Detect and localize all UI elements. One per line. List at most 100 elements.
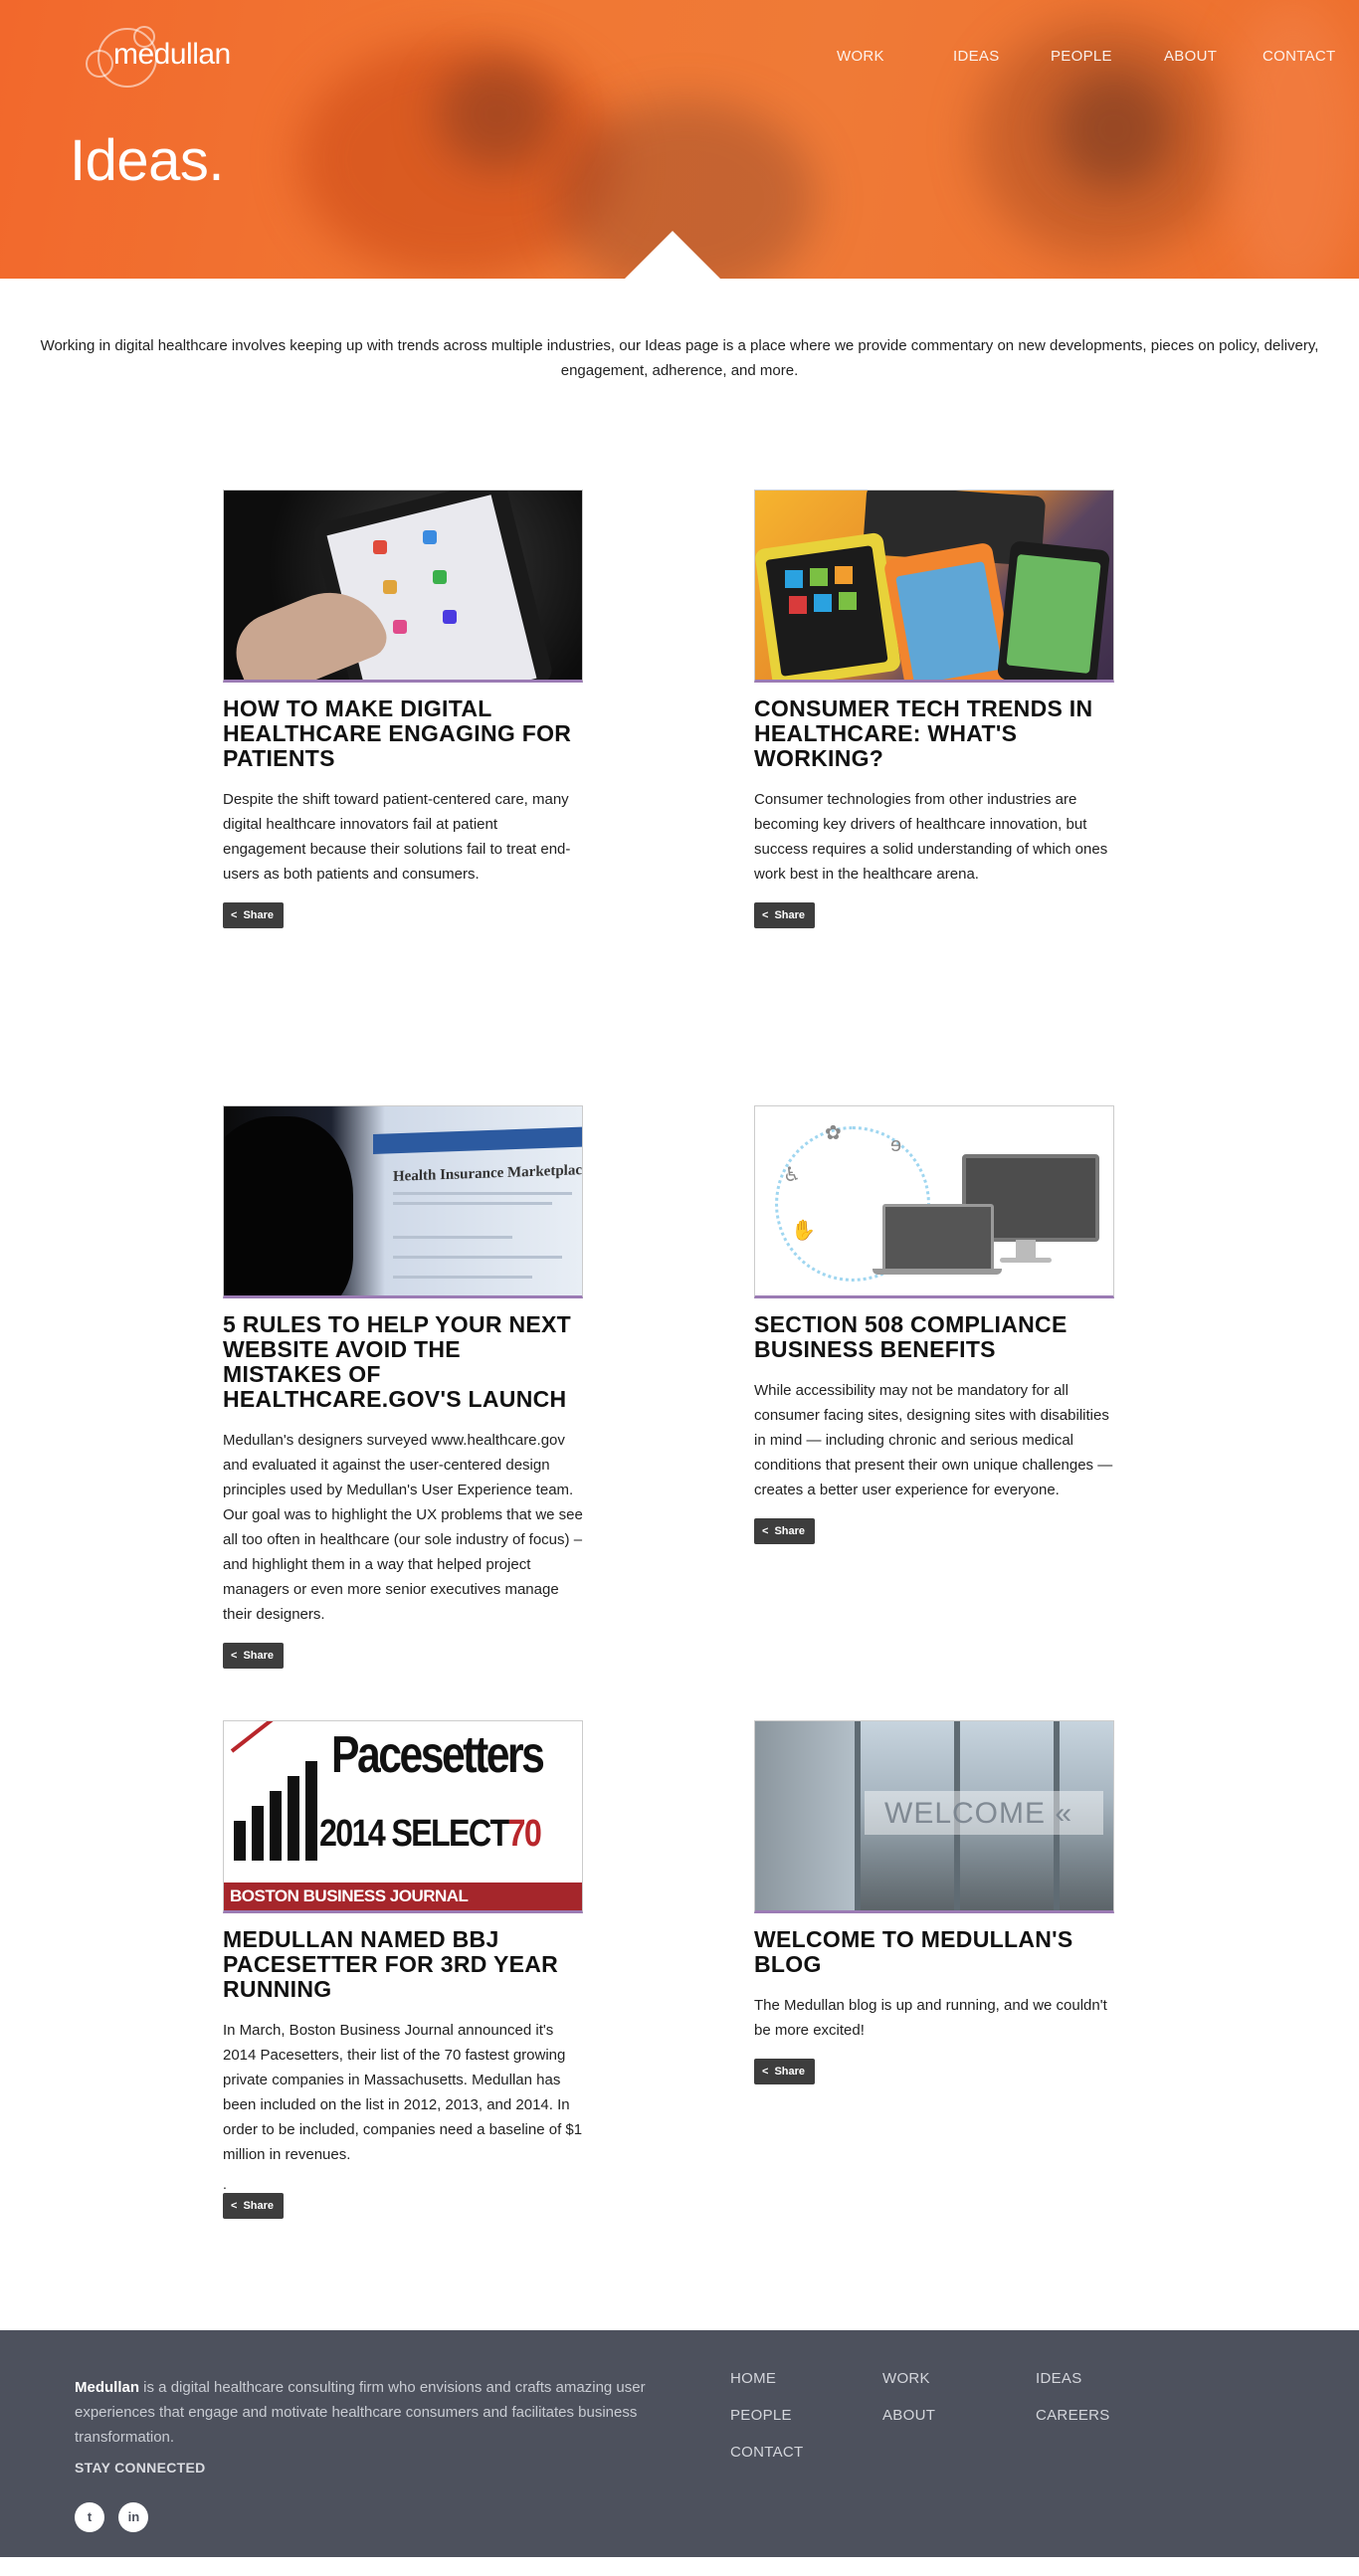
article-thumbnail[interactable] — [754, 490, 1114, 683]
share-button[interactable]: < Share — [754, 2059, 816, 2084]
main-nav: WORK IDEAS PEOPLE ABOUT CONTACT — [0, 48, 1359, 68]
share-label: Share — [243, 1650, 275, 1662]
page-bottom-strip — [0, 2557, 1359, 2576]
nav-ideas[interactable]: IDEAS — [953, 48, 1000, 65]
share-icon: < — [231, 1650, 238, 1662]
article-title[interactable]: HOW TO MAKE DIGITAL HEALTHCARE ENGAGING … — [223, 696, 583, 771]
article-thumbnail[interactable] — [223, 490, 583, 683]
share-button[interactable]: < Share — [754, 1518, 816, 1544]
laptop-shape — [882, 1204, 994, 1272]
share-label: Share — [243, 909, 275, 921]
article-excerpt: Despite the shift toward patient-centere… — [223, 791, 571, 883]
app-tile — [835, 566, 853, 584]
article-title[interactable]: WELCOME TO MEDULLAN'S BLOG — [754, 1927, 1114, 1977]
linkedin-icon[interactable]: in — [118, 2502, 149, 2532]
article-title[interactable]: MEDULLAN NAMED BBJ PACESETTER FOR 3RD YE… — [223, 1927, 583, 2002]
ear-icon: ɘ — [890, 1134, 902, 1156]
page-title: Ideas. — [70, 128, 225, 193]
thumb-pacesetters: Pacesetters — [331, 1726, 545, 1784]
article-title[interactable]: SECTION 508 COMPLIANCE BUSINESS BENEFITS — [754, 1312, 1114, 1362]
hero-notch — [625, 231, 720, 279]
bar-shape — [270, 1791, 282, 1861]
brain-icon: ✿ — [825, 1122, 842, 1144]
article-thumbnail[interactable]: Pacesetters 2014 SELECT70 BOSTON BUSINES… — [223, 1720, 583, 1913]
share-icon: < — [762, 909, 769, 921]
app-icon — [383, 580, 397, 594]
share-icon: < — [231, 909, 238, 921]
article-excerpt: Medullan's designers surveyed www.health… — [223, 1432, 583, 1623]
app-icon — [423, 530, 437, 544]
intro-text: Working in digital healthcare involves k… — [40, 337, 1319, 379]
share-button[interactable]: < Share — [223, 902, 285, 928]
share-label: Share — [774, 909, 806, 921]
bar-shape — [305, 1761, 317, 1861]
nav-work[interactable]: WORK — [837, 48, 884, 65]
site-footer: Medullan is a digital healthcare consult… — [0, 2330, 1359, 2557]
hero-banner: medullan WORK IDEAS PEOPLE ABOUT CONTACT… — [0, 0, 1359, 279]
bar-shape — [252, 1806, 264, 1861]
twitter-icon[interactable]: t — [75, 2502, 104, 2532]
thumb-select-70: 70 — [507, 1813, 542, 1855]
share-icon: < — [762, 2066, 769, 2078]
thumb-welcome: WELCOME « — [884, 1797, 1072, 1831]
article-title[interactable]: CONSUMER TECH TRENDS IN HEALTHCARE: WHAT… — [754, 696, 1114, 771]
nav-about[interactable]: ABOUT — [1164, 48, 1217, 65]
share-icon: < — [231, 2200, 238, 2212]
phone-screen — [895, 561, 1003, 680]
hero-photo-blur — [438, 60, 557, 169]
nav-contact[interactable]: CONTACT — [1262, 48, 1335, 65]
window-frame — [855, 1721, 861, 1910]
hand-icon: ✋ — [791, 1220, 816, 1242]
app-icon — [443, 610, 457, 624]
footer-link-ideas[interactable]: IDEAS — [1036, 2370, 1082, 2387]
text-line — [393, 1236, 512, 1239]
article-card: Health Insurance Marketplace: Please wai… — [223, 1105, 583, 1669]
phone-screen — [1006, 553, 1101, 675]
article-card: CONSUMER TECH TRENDS IN HEALTHCARE: WHAT… — [754, 490, 1114, 928]
share-label: Share — [774, 1525, 806, 1537]
article-thumbnail[interactable]: Health Insurance Marketplace: Please wai… — [223, 1105, 583, 1298]
text-line — [393, 1192, 572, 1195]
share-button[interactable]: < Share — [223, 2193, 285, 2219]
hero-photo-blur — [1055, 70, 1174, 189]
app-icon — [393, 620, 407, 634]
share-button[interactable]: < Share — [223, 1643, 285, 1669]
site-header-bar — [373, 1125, 582, 1155]
article-card: HOW TO MAKE DIGITAL HEALTHCARE ENGAGING … — [223, 490, 583, 928]
footer-link-about[interactable]: ABOUT — [882, 2407, 935, 2424]
share-label: Share — [774, 2066, 806, 2078]
app-tile — [839, 592, 857, 610]
article-excerpt: In March, Boston Business Journal announ… — [223, 2022, 583, 2163]
text-line — [393, 1276, 532, 1279]
article-excerpt: While accessibility may not be mandatory… — [754, 1382, 1113, 1498]
bar-shape — [288, 1776, 299, 1861]
thumb-select: 2014 SELECT70 — [319, 1813, 542, 1856]
growth-arrow — [230, 1721, 312, 1753]
article-excerpt: Consumer technologies from other industr… — [754, 791, 1108, 883]
article-card: WELCOME « WELCOME TO MEDULLAN'S BLOG The… — [754, 1720, 1114, 2084]
article-thumbnail[interactable]: ✿ ♿ ɘ ✋ — [754, 1105, 1114, 1298]
footer-link-contact[interactable]: CONTACT — [730, 2444, 803, 2461]
social-links: t in — [75, 2502, 158, 2532]
footer-link-careers[interactable]: CAREERS — [1036, 2407, 1110, 2424]
article-card: ✿ ♿ ɘ ✋ SECTION 508 COMPLIANCE BUSINESS … — [754, 1105, 1114, 1544]
footer-about: Medullan is a digital healthcare consult… — [75, 2375, 662, 2450]
article-thumbnail[interactable]: WELCOME « — [754, 1720, 1114, 1913]
thumb-select-year: 2014 SELECT — [319, 1813, 509, 1855]
thumb-welcome-text: WELCOME — [884, 1797, 1047, 1830]
monitor-stand — [1016, 1240, 1036, 1260]
share-icon: < — [762, 1525, 769, 1537]
article-excerpt: The Medullan blog is up and running, and… — [754, 1997, 1107, 2039]
laptop-base — [873, 1269, 1002, 1275]
share-button[interactable]: < Share — [754, 902, 816, 928]
footer-link-people[interactable]: PEOPLE — [730, 2407, 792, 2424]
footer-link-work[interactable]: WORK — [882, 2370, 930, 2387]
article-title[interactable]: 5 RULES TO HELP YOUR NEXT WEBSITE AVOID … — [223, 1312, 583, 1412]
double-chevron-icon: « — [1055, 1797, 1073, 1830]
footer-link-home[interactable]: HOME — [730, 2370, 776, 2387]
thumb-bbj: BOSTON BUSINESS JOURNAL — [224, 1882, 582, 1910]
footer-brand: Medullan — [75, 2379, 140, 2396]
trailing-dot: . — [223, 2176, 227, 2192]
text-line — [393, 1256, 562, 1259]
nav-people[interactable]: PEOPLE — [1051, 48, 1112, 65]
